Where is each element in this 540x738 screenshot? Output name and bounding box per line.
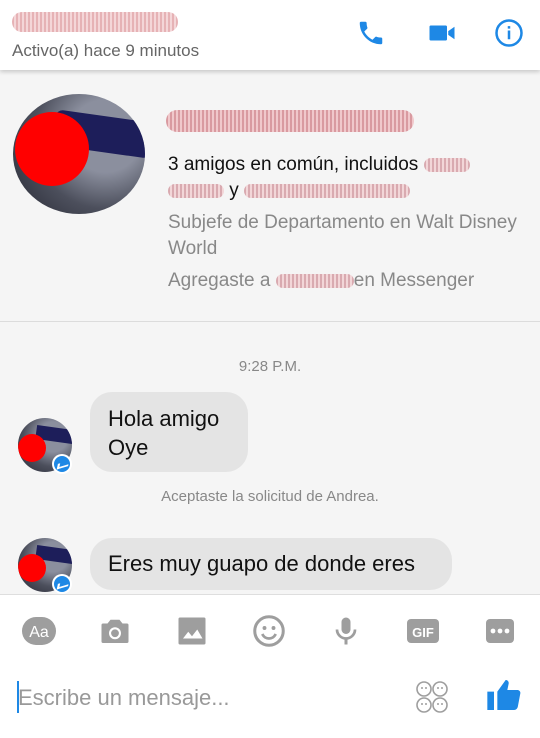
messenger-badge-icon <box>52 574 72 594</box>
message-bubble[interactable]: Eres muy guapo de donde eres <box>90 538 452 590</box>
microphone-icon[interactable] <box>325 613 367 649</box>
message-timestamp: 9:28 P.M. <box>238 358 302 375</box>
mutual-friends-joiner: y <box>229 180 239 201</box>
mutual-friends-text: 3 amigos en común, incluidos y <box>168 152 518 204</box>
camera-icon[interactable] <box>94 613 136 649</box>
aa-label: Aa <box>29 624 49 641</box>
added-on-messenger: Agregaste a en Messenger <box>168 270 528 292</box>
emoji-icon[interactable] <box>248 613 290 649</box>
redaction-dot <box>15 112 89 186</box>
redacted-friend-2 <box>244 183 411 198</box>
active-status: Activo(a) hace 9 minutos <box>12 41 200 60</box>
video-camera-icon[interactable] <box>425 16 459 50</box>
message-text-line: Hola amigo <box>108 406 220 431</box>
conversation-header: Activo(a) hace 9 minutos <box>0 0 540 70</box>
stickers-icon[interactable] <box>412 679 452 715</box>
gallery-image-icon[interactable] <box>171 613 213 649</box>
message-input[interactable] <box>18 683 398 713</box>
gif-icon[interactable]: GIF <box>402 613 444 649</box>
redacted-friend-1 <box>423 157 470 172</box>
redacted-contact-name <box>12 12 178 32</box>
added-prefix: Agregaste a <box>168 270 271 291</box>
messenger-badge-icon <box>52 454 72 474</box>
info-icon[interactable] <box>492 16 526 50</box>
message-text-line: Oye <box>108 435 149 460</box>
message-bubble[interactable]: Hola amigo Oye <box>90 392 248 472</box>
mutual-friends-prefix: 3 amigos en común, incluidos <box>168 154 419 175</box>
job-title: Subjefe de Departamento en Walt Disney W… <box>168 212 517 259</box>
more-options-icon[interactable] <box>479 613 521 649</box>
redacted-profile-name <box>166 110 414 132</box>
message-text: Eres muy guapo de donde eres <box>108 551 415 576</box>
thumbs-up-icon[interactable] <box>484 675 524 715</box>
contact-avatar[interactable] <box>13 94 145 214</box>
redacted-friend-1b <box>168 183 224 198</box>
profile-card: 3 amigos en común, incluidos y Subjefe d… <box>0 70 540 322</box>
phone-icon[interactable] <box>354 16 388 50</box>
gif-label: GIF <box>412 625 434 640</box>
redacted-added-name <box>275 273 354 288</box>
system-note: Aceptaste la solicitud de Andrea. <box>161 488 379 505</box>
sender-avatar[interactable] <box>18 418 72 474</box>
text-format-icon[interactable]: Aa <box>18 613 60 649</box>
added-suffix: en Messenger <box>353 270 475 291</box>
sender-avatar[interactable] <box>18 538 72 594</box>
composer-toolbar: Aa GIF <box>0 594 540 738</box>
